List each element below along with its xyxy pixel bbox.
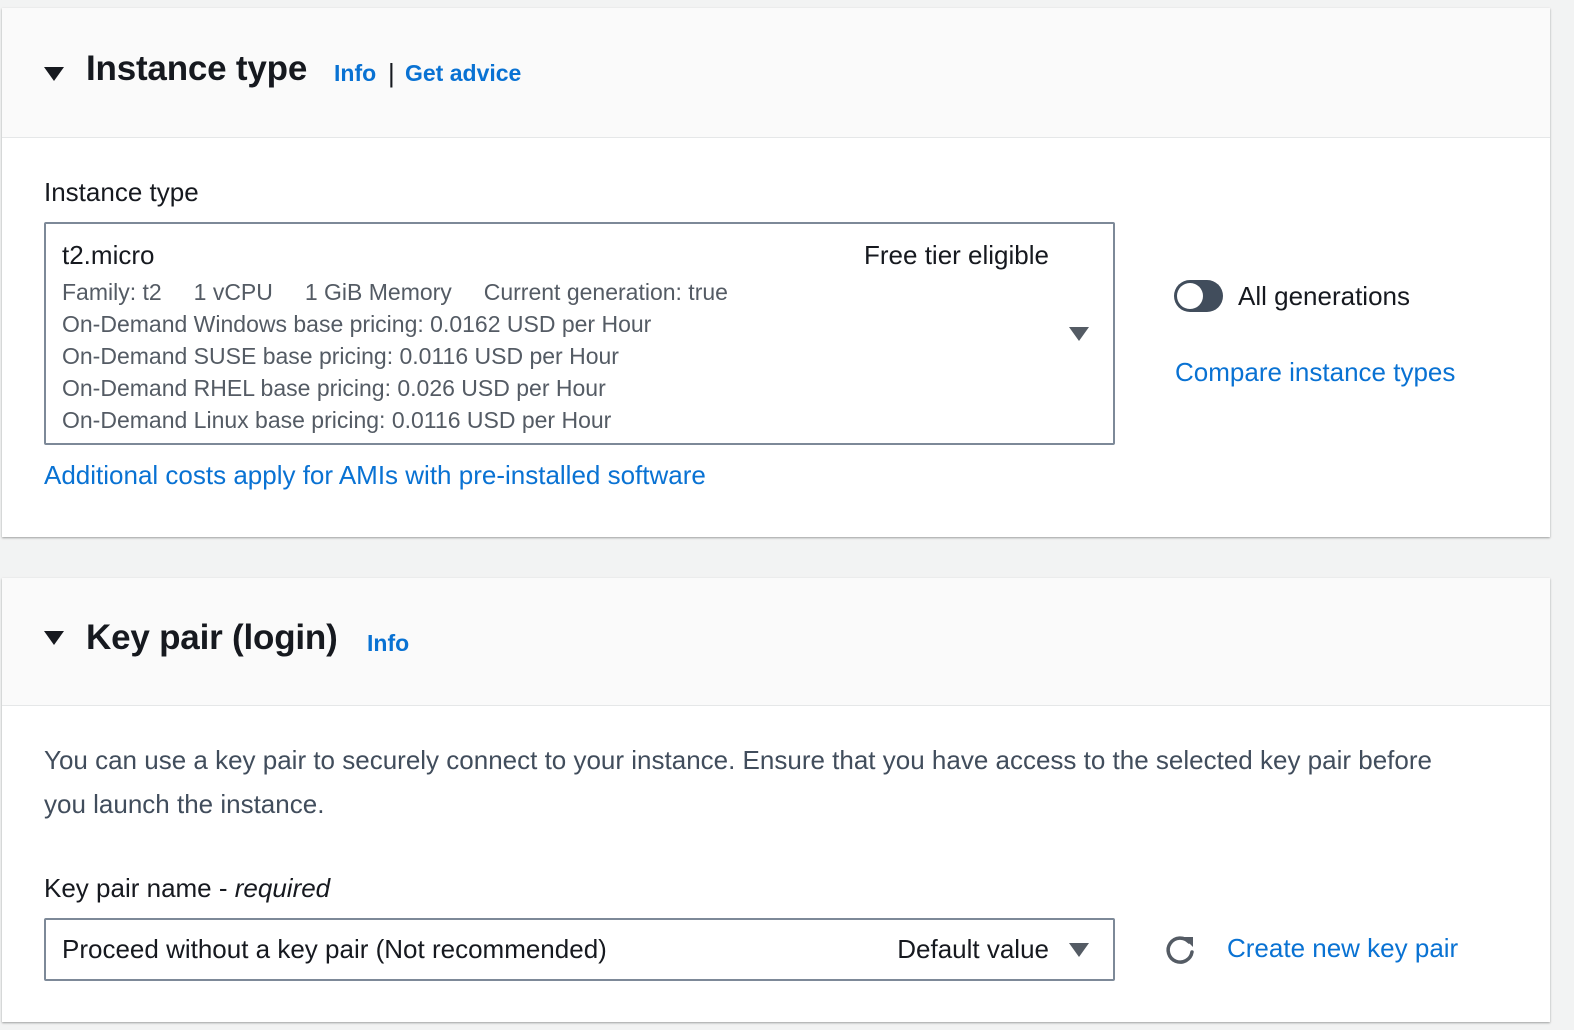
required-marker: required (234, 873, 331, 903)
dropdown-arrow-icon (1069, 943, 1089, 957)
compare-instance-types-link[interactable]: Compare instance types (1175, 357, 1455, 388)
info-link[interactable]: Info (367, 630, 409, 657)
instance-type-select[interactable]: t2.micro Free tier eligible Family: t2 1… (44, 222, 1115, 445)
refresh-icon[interactable] (1162, 932, 1198, 968)
key-pair-description: You can use a key pair to securely conne… (44, 745, 1432, 819)
key-pair-select[interactable]: Proceed without a key pair (Not recommen… (44, 918, 1115, 981)
instance-type-label: Instance type (44, 177, 199, 207)
create-new-key-pair-link[interactable]: Create new key pair (1227, 933, 1458, 964)
all-generations-toggle[interactable] (1174, 280, 1223, 312)
panel-title: Key pair (login) (86, 618, 338, 657)
key-pair-panel: Key pair (login) Info You can use a key … (2, 578, 1550, 1022)
toggle-knob (1177, 283, 1203, 309)
instance-detail-line: On-Demand Linux base pricing: 0.0116 USD… (62, 407, 612, 433)
caret-down-icon[interactable] (44, 631, 64, 645)
caret-down-icon[interactable] (44, 67, 64, 81)
instance-detail-line: On-Demand Windows base pricing: 0.0162 U… (62, 311, 652, 337)
get-advice-link[interactable]: Get advice (405, 60, 521, 87)
instance-detail-line: Family: t2 1 vCPU 1 GiB Memory Current g… (62, 279, 728, 305)
additional-costs-link[interactable]: Additional costs apply for AMIs with pre… (44, 460, 706, 491)
panel-title: Instance type (86, 49, 308, 88)
instance-detail-line: On-Demand RHEL base pricing: 0.026 USD p… (62, 375, 606, 401)
link-separator: | (388, 58, 395, 88)
info-link[interactable]: Info (334, 60, 376, 87)
selected-instance-name: t2.micro (62, 240, 155, 270)
selected-key-pair: Proceed without a key pair (Not recommen… (62, 934, 607, 964)
dropdown-arrow-icon (1069, 327, 1089, 341)
key-pair-panel-header[interactable]: Key pair (login) Info (2, 578, 1550, 706)
default-value-tag: Default value (897, 934, 1049, 964)
instance-type-panel-header[interactable]: Instance type Info | Get advice (2, 8, 1550, 138)
key-pair-name-label-text: Key pair name - (44, 873, 235, 903)
free-tier-tag: Free tier eligible (864, 240, 1049, 270)
instance-detail-line: On-Demand SUSE base pricing: 0.0116 USD … (62, 343, 619, 369)
instance-type-panel: Instance type Info | Get advice Instance… (2, 8, 1550, 537)
key-pair-name-label: Key pair name - required (44, 873, 330, 904)
all-generations-label[interactable]: All generations (1238, 281, 1410, 312)
